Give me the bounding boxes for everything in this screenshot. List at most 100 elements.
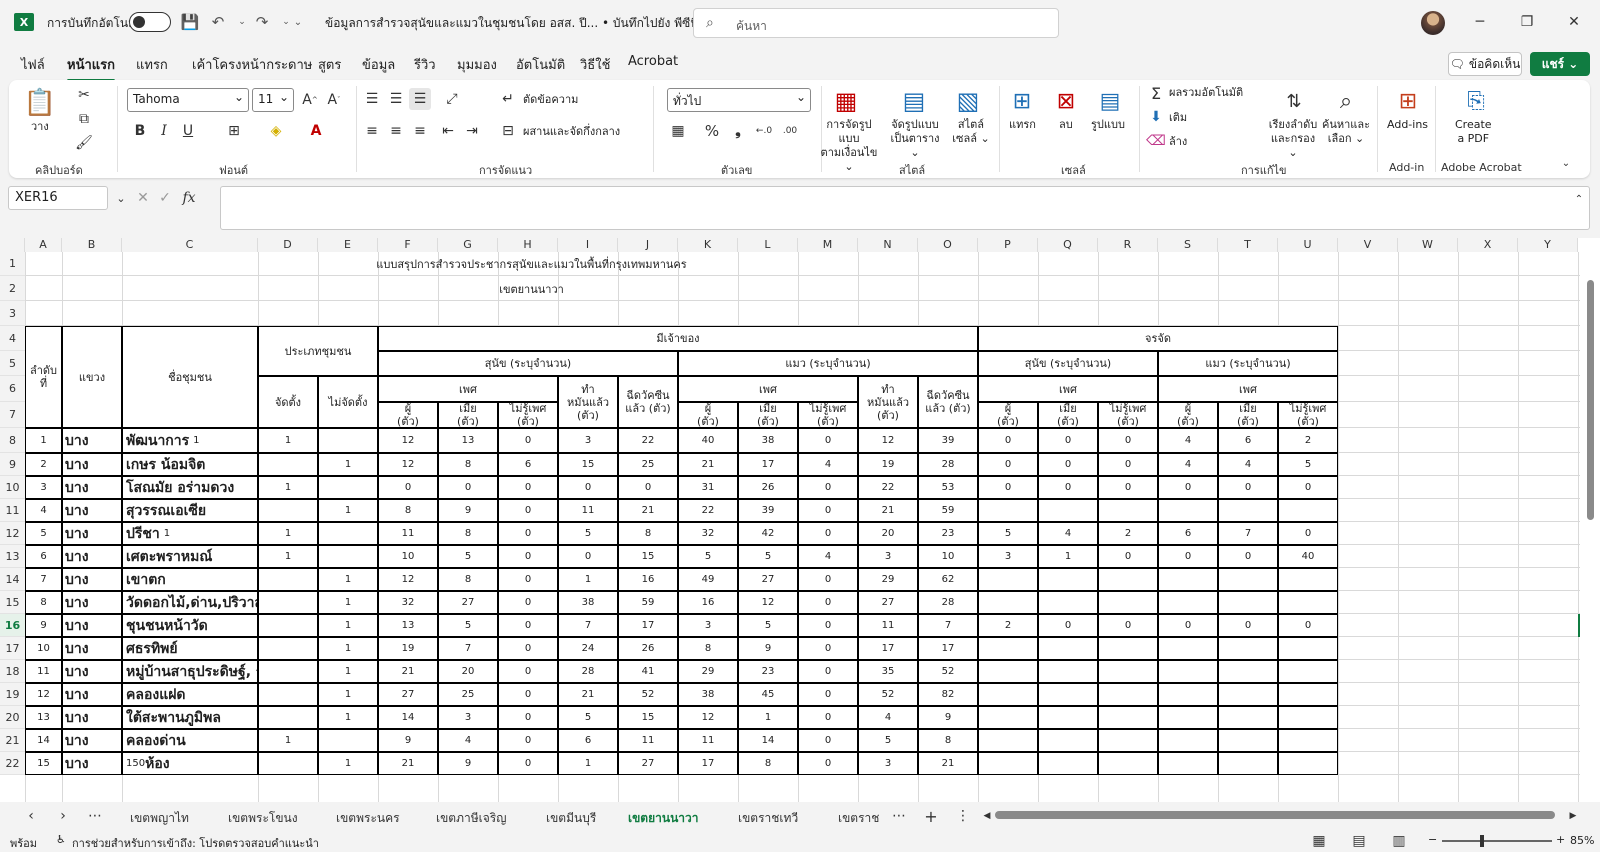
underline-icon[interactable]: U	[177, 120, 199, 142]
column-header[interactable]: I	[558, 238, 618, 252]
row-header[interactable]: 19	[0, 683, 25, 706]
cell-value[interactable]: 20	[858, 522, 918, 545]
cell-value[interactable]: 17	[738, 453, 798, 476]
cell-community[interactable]: หมู่บ้านสาธุประดิษฐ์, ร่มเย็น	[122, 660, 258, 683]
cell-value[interactable]: 28	[918, 591, 978, 614]
decrease-indent-icon[interactable]: ⇤	[437, 120, 459, 142]
cell-value[interactable]: 53	[918, 476, 978, 499]
cell-no[interactable]: 3	[25, 476, 62, 499]
cell-value[interactable]: 52	[858, 683, 918, 706]
cell-value[interactable]: 25	[618, 453, 678, 476]
cell-value[interactable]: 0	[1278, 476, 1338, 499]
tab-automate[interactable]: อัตโนมัติ	[516, 54, 565, 75]
scroll-right-icon[interactable]: ▶	[1562, 805, 1584, 827]
insert-cells-icon[interactable]: ⊞	[1007, 86, 1037, 116]
cell-value[interactable]	[1218, 637, 1278, 660]
row-header[interactable]: 11	[0, 499, 25, 522]
increase-indent-icon[interactable]: ⇥	[461, 120, 483, 142]
cell-no[interactable]: 2	[25, 453, 62, 476]
cell-styles-icon[interactable]: ▧	[953, 86, 983, 116]
cell-value[interactable]: 7	[918, 614, 978, 637]
cell-value[interactable]: 0	[798, 522, 858, 545]
cell-value[interactable]	[1098, 591, 1158, 614]
cell-value[interactable]	[1278, 729, 1338, 752]
font-color-icon[interactable]: A	[305, 120, 327, 142]
cell-value[interactable]: 5	[738, 614, 798, 637]
redo-icon[interactable]: ↷	[252, 12, 272, 32]
header-male[interactable]: ผู้ (ตัว)	[1158, 402, 1218, 428]
align-left-icon[interactable]: ≡	[361, 120, 383, 142]
header-sex[interactable]: เพศ	[678, 376, 858, 402]
undo-dropdown-icon[interactable]: ⌄	[232, 12, 252, 32]
cell-value[interactable]	[1278, 499, 1338, 522]
cell-value[interactable]: 9	[438, 752, 498, 775]
copy-icon[interactable]: ⧉	[73, 108, 95, 130]
row-header[interactable]: 3	[0, 301, 25, 326]
cell-khwaeng[interactable]: บาง	[62, 453, 122, 476]
merge-center-label[interactable]: ผสานและจัดกึ่งกลาง	[523, 125, 620, 139]
row-header[interactable]: 8	[0, 428, 25, 453]
cell-value[interactable]	[978, 729, 1038, 752]
page-break-view-icon[interactable]: ▥	[1388, 830, 1410, 852]
cell-value[interactable]: 0	[1098, 428, 1158, 453]
cell-no[interactable]: 7	[25, 568, 62, 591]
cell-value[interactable]: 0	[558, 476, 618, 499]
cell-value[interactable]: 12	[678, 706, 738, 729]
column-header[interactable]: N	[858, 238, 918, 252]
cell-no[interactable]: 4	[25, 499, 62, 522]
cell-value[interactable]: 11	[558, 499, 618, 522]
prev-sheet-icon[interactable]: ‹	[20, 805, 42, 827]
add-sheet-icon[interactable]: +	[920, 805, 942, 827]
cell-value[interactable]: 0	[498, 428, 558, 453]
row-header[interactable]: 18	[0, 660, 25, 683]
format-table-label[interactable]: จัดรูปแบบ เป็นตาราง ⌄	[885, 118, 945, 160]
find-select-label[interactable]: ค้นหาและ เลือก ⌄	[1321, 118, 1371, 146]
column-header[interactable]: S	[1158, 238, 1218, 252]
normal-view-icon[interactable]: ▦	[1308, 830, 1330, 852]
cell-value[interactable]: 38	[738, 428, 798, 453]
format-table-icon[interactable]: ▤	[899, 86, 929, 116]
header-unknown-sex[interactable]: ไม่รู้เพศ (ตัว)	[1278, 402, 1338, 428]
row-header[interactable]: 7	[0, 402, 25, 428]
align-bottom-icon[interactable]: ☰	[409, 88, 431, 110]
cell-styles-label[interactable]: สไตล์ เซลล์ ⌄	[949, 118, 993, 146]
cell-value[interactable]: 3	[438, 706, 498, 729]
merge-center-icon[interactable]: ⊟	[497, 120, 519, 142]
cell-no[interactable]: 5	[25, 522, 62, 545]
header-khwaeng[interactable]: แขวง	[62, 326, 122, 428]
cell-value[interactable]	[1098, 637, 1158, 660]
header-unknown-sex[interactable]: ไม่รู้เพศ (ตัว)	[798, 402, 858, 428]
cell-value[interactable]: 35	[858, 660, 918, 683]
fill-icon[interactable]: ⬇	[1145, 106, 1167, 128]
header-sex[interactable]: เพศ	[1158, 376, 1338, 402]
cell-value[interactable]: 40	[1278, 545, 1338, 568]
cell-value[interactable]: 0	[1098, 476, 1158, 499]
enter-icon[interactable]: ✓	[154, 187, 176, 209]
cell-value[interactable]: 32	[678, 522, 738, 545]
cell-value[interactable]: 26	[738, 476, 798, 499]
cell-value[interactable]: 0	[798, 428, 858, 453]
column-header[interactable]: D	[258, 238, 318, 252]
document-title[interactable]: ข้อมูลการสำรวจสุนัขและแมวในชุมชนโดย อสส.…	[325, 14, 712, 33]
header-sex[interactable]: เพศ	[378, 376, 558, 402]
cell-community[interactable]: พัฒนาการ 1	[122, 428, 258, 453]
zoom-level[interactable]: 85%	[1570, 834, 1594, 847]
tab-view[interactable]: มุมมอง	[457, 54, 497, 75]
row-header[interactable]: 2	[0, 276, 25, 301]
save-icon[interactable]: 💾	[180, 12, 200, 32]
cell-khwaeng[interactable]: บาง	[62, 591, 122, 614]
cell-khwaeng[interactable]: บาง	[62, 752, 122, 775]
cell-value[interactable]: 0	[1038, 476, 1098, 499]
cell-unregistered[interactable]: 1	[318, 706, 378, 729]
sheet-title[interactable]: แบบสรุปการสำรวจประชากรสุนัขและแมวในพื้นท…	[25, 252, 1038, 276]
header-neutered[interactable]: ทำ หมันแล้ว (ตัว)	[858, 376, 918, 428]
customize-qat-icon[interactable]: ⌄	[288, 12, 308, 32]
cell-khwaeng[interactable]: บาง	[62, 545, 122, 568]
tab-data[interactable]: ข้อมูล	[362, 54, 395, 75]
cell-value[interactable]	[1158, 660, 1218, 683]
row-header[interactable]: 6	[0, 376, 25, 402]
more-sheets-icon[interactable]: ⋯	[84, 805, 106, 827]
cell-khwaeng[interactable]: บาง	[62, 706, 122, 729]
cell-value[interactable]: 17	[918, 637, 978, 660]
cell-value[interactable]: 0	[498, 729, 558, 752]
